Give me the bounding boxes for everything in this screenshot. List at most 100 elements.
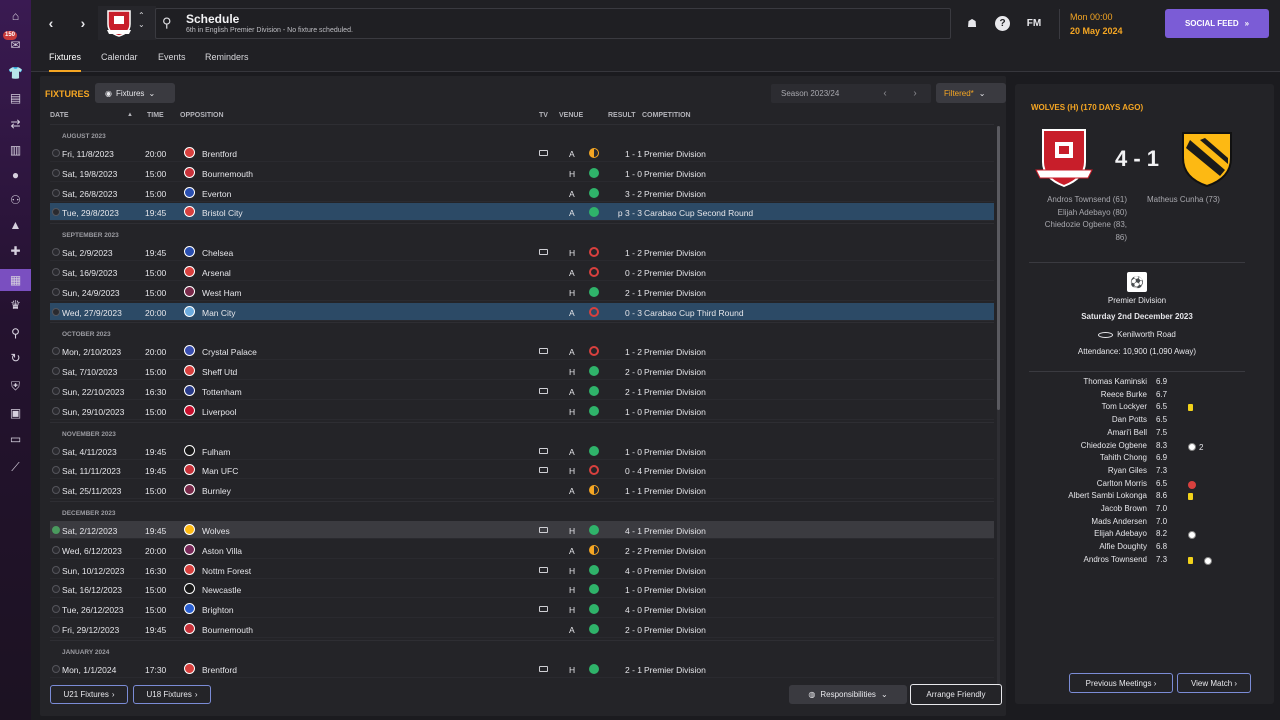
help-icon[interactable]: ? [995,16,1010,31]
trend-icon[interactable]: ⟋ [7,458,24,475]
report-icon[interactable]: ▥ [7,141,24,158]
home-icon[interactable]: ⌂ [7,7,24,24]
social-feed-button[interactable]: SOCIAL FEED » [1165,9,1269,38]
row-select-dot[interactable] [52,565,60,574]
row-select-dot[interactable] [52,168,60,177]
player-row[interactable]: Dan Potts 6.5 [1015,415,1259,428]
row-select-dot[interactable] [52,486,60,495]
opponent-name[interactable]: Crystal Palace [202,347,257,357]
fixture-competition[interactable]: Premier Division [644,625,706,635]
responsibilities-button[interactable]: ◍ Responsibilities ⌄ [789,685,907,704]
scrollbar[interactable] [997,126,1000,410]
fixture-competition[interactable]: Premier Division [644,526,706,536]
player-row[interactable]: Mads Andersen 7.0 [1015,517,1259,530]
view-match-button[interactable]: View Match › [1177,673,1251,693]
opponent-name[interactable]: Fulham [202,447,230,457]
fixture-row[interactable]: Sun, 22/10/2023 16:30 Tottenham A 2 - 1 Premi… [50,382,994,400]
refresh-icon[interactable]: ↻ [7,349,24,366]
col-result[interactable]: RESULT [608,112,635,119]
previous-meetings-button[interactable]: Previous Meetings › [1069,673,1173,693]
fixture-row[interactable]: Fri, 11/8/2023 20:00 Brentford A 1 - 1 Premie… [50,144,994,162]
row-select-dot[interactable] [52,367,60,376]
fixture-row[interactable]: Sat, 7/10/2023 15:00 Sheff Utd H 2 - 0 Premie… [50,362,994,381]
opponent-name[interactable]: Newcastle [202,585,241,595]
row-select-dot[interactable] [52,466,60,475]
u21-fixtures-button[interactable]: U21 Fixtures › [50,685,128,704]
fixtures-view-dropdown[interactable]: ◉ Fixtures ⌄ [95,83,175,103]
staff-icon[interactable]: ⚇ [7,191,24,208]
training-icon[interactable]: ▲ [7,216,24,233]
opponent-name[interactable]: Tottenham [202,387,242,397]
scouting-icon[interactable]: ⚲ [7,324,24,341]
opponent-name[interactable]: Nottm Forest [202,566,251,576]
opponent-name[interactable]: Brentford [202,149,237,159]
season-selector[interactable]: Season 2023/24 ‹ › [771,84,931,103]
fixture-row[interactable]: Sat, 16/9/2023 15:00 Arsenal A 0 - 2 Premier … [50,263,994,281]
fixture-row[interactable]: Sun, 10/12/2023 16:30 Nottm Forest H 4 - 0 Pr… [50,561,994,579]
player-row[interactable]: Amari'i Bell 7.5 [1015,428,1259,441]
fixture-competition[interactable]: Premier Division [644,585,706,595]
fixture-competition[interactable]: Premier Division [644,189,706,199]
next-season-icon[interactable]: › [901,84,929,103]
fixture-row[interactable]: Wed, 27/9/2023 20:00 Man City A 0 - 3 Carabao… [50,302,994,321]
fixture-competition[interactable]: Premier Division [644,367,706,377]
fixture-competition[interactable]: Premier Division [644,566,706,576]
player-row[interactable]: Elijah Adebayo 8.2 [1015,529,1259,542]
opponent-name[interactable]: Everton [202,189,231,199]
fixture-row[interactable]: Sat, 2/9/2023 19:45 Chelsea H 1 - 2 Premier D… [50,243,994,262]
fixture-competition[interactable]: Premier Division [644,407,706,417]
tab-fixtures[interactable]: Fixtures [49,52,82,72]
row-select-dot[interactable] [52,208,60,217]
row-select-dot[interactable] [52,526,60,534]
opponent-name[interactable]: Chelsea [202,248,233,258]
opponent-name[interactable]: Aston Villa [202,546,242,556]
opponent-name[interactable]: West Ham [202,288,242,298]
fixture-row[interactable]: Sat, 26/8/2023 15:00 Everton A 3 - 2 Premier … [50,184,994,202]
fixture-competition[interactable]: Premier Division [644,605,706,615]
date-display[interactable]: Mon 00:00 20 May 2024 [1059,9,1159,39]
fixture-row[interactable]: Sat, 25/11/2023 15:00 Burnley A 1 - 1 Premier… [50,481,994,500]
fixture-row[interactable]: Sun, 29/10/2023 15:00 Liverpool H 1 - 0 Premi… [50,402,994,420]
fixture-row[interactable]: Tue, 29/8/2023 19:45 Bristol City Ap 3 - 3C… [50,203,994,222]
club-icon[interactable]: ⛨ [7,377,24,394]
col-tv[interactable]: TV [539,112,548,119]
tactics-icon[interactable]: ▤ [7,89,24,106]
prev-season-icon[interactable]: ‹ [871,84,899,103]
fixture-row[interactable]: Tue, 26/12/2023 15:00 Brighton H 4 - 0 Premie… [50,600,994,619]
trophy-icon[interactable]: ♛ [7,296,24,313]
tab-reminders[interactable]: Reminders [205,52,249,72]
player-row[interactable]: Chiedozie Ogbene 8.3 2 [1015,441,1259,454]
money-icon[interactable]: ▭ [7,430,24,447]
player-row[interactable]: Tom Lockyer 6.5 [1015,402,1259,415]
fixture-row[interactable]: Sat, 16/12/2023 15:00 Newcastle H 1 - 0 Premi… [50,580,994,599]
player-row[interactable]: Carlton Morris 6.5 [1015,479,1259,492]
row-select-dot[interactable] [52,268,60,276]
player-row[interactable]: Tahith Chong 6.9 [1015,453,1259,466]
row-select-dot[interactable] [52,664,60,673]
trophy-cabinet-icon[interactable]: ☗ [963,14,981,32]
search-box[interactable]: ⚲ Schedule 6th in English Premier Divisi… [155,8,951,39]
tab-events[interactable]: Events [158,52,186,72]
fixture-competition[interactable]: Premier Division [644,347,706,357]
fixture-competition[interactable]: Premier Division [644,288,706,298]
opponent-name[interactable]: Brentford [202,665,237,675]
col-date[interactable]: DATE [50,112,69,119]
opponent-name[interactable]: Bristol City [202,208,243,218]
row-select-dot[interactable] [52,625,60,633]
club-switcher[interactable]: ⌃ ⌄ [98,6,156,40]
transfers-icon[interactable]: ⇄ [7,115,24,132]
filter-dropdown[interactable]: Filtered* ⌄ [936,83,1006,103]
row-select-dot[interactable] [52,446,60,455]
fixture-competition[interactable]: Premier Division [644,268,706,278]
player-row[interactable]: Ryan Giles 7.3 [1015,466,1259,479]
fixture-competition[interactable]: Premier Division [644,387,706,397]
chevron-updown-icon[interactable]: ⌃ ⌄ [138,11,145,29]
player-row[interactable]: Andros Townsend 7.3 [1015,555,1259,568]
row-select-dot[interactable] [52,545,60,554]
fixture-competition[interactable]: Premier Division [644,466,706,476]
fixture-row[interactable]: Wed, 6/12/2023 20:00 Aston Villa A 2 - 2 Prem… [50,541,994,559]
fixture-competition[interactable]: Premier Division [644,486,706,496]
fixture-competition[interactable]: Premier Division [644,169,706,179]
fixture-competition[interactable]: Carabao Cup Third Round [644,308,744,318]
col-venue[interactable]: VENUE [559,112,583,119]
